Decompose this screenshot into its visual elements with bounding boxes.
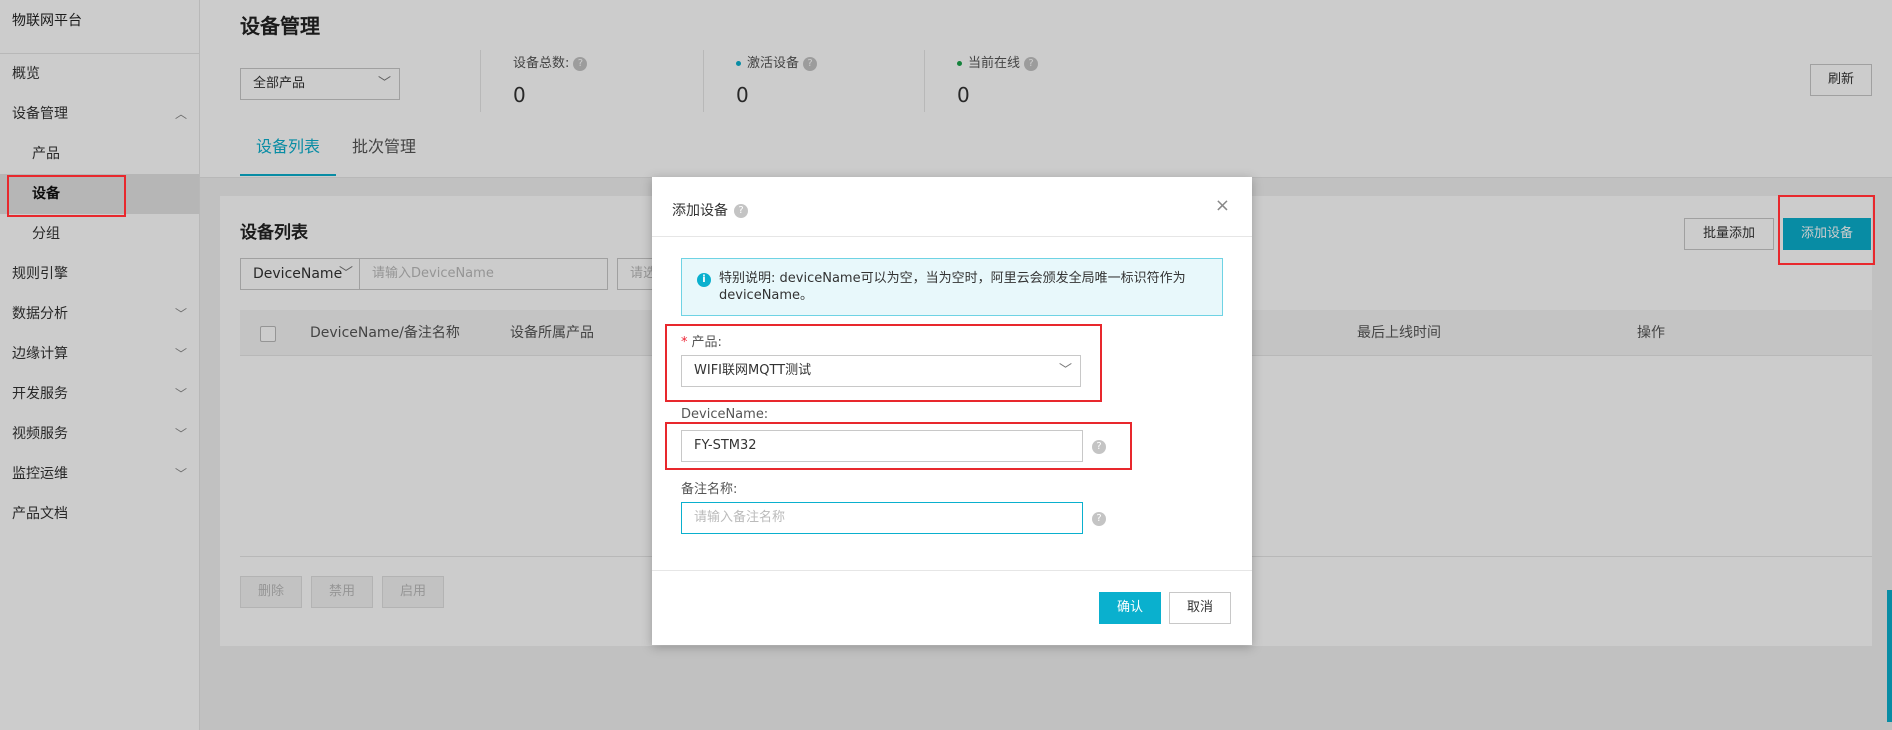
devicename-label: DeviceName: xyxy=(681,407,769,422)
help-icon[interactable]: ? xyxy=(734,204,748,218)
cancel-button[interactable]: 取消 xyxy=(1169,592,1231,624)
info-icon: i xyxy=(697,273,711,287)
info-text: 特别说明: deviceName可以为空，当为空时，阿里云会颁发全局唯一标识符作… xyxy=(719,271,1186,303)
annotation-box-devices xyxy=(7,175,126,217)
add-device-dialog: 添加设备? × i 特别说明: deviceName可以为空，当为空时，阿里云会… xyxy=(652,177,1252,645)
annotation-box-devicename xyxy=(665,422,1132,470)
help-icon[interactable]: ? xyxy=(1092,512,1106,526)
info-notice: i 特别说明: deviceName可以为空，当为空时，阿里云会颁发全局唯一标识… xyxy=(681,258,1223,316)
annotation-box-add-device xyxy=(1778,195,1875,265)
divider xyxy=(652,570,1252,571)
dialog-header: 添加设备? × xyxy=(652,177,1252,237)
close-icon[interactable]: × xyxy=(1215,195,1230,216)
remark-label: 备注名称: xyxy=(681,482,738,497)
dialog-title: 添加设备? xyxy=(672,200,748,220)
annotation-box-product xyxy=(665,324,1102,402)
remark-field[interactable]: 请输入备注名称 xyxy=(681,502,1083,534)
confirm-button[interactable]: 确认 xyxy=(1099,592,1161,624)
